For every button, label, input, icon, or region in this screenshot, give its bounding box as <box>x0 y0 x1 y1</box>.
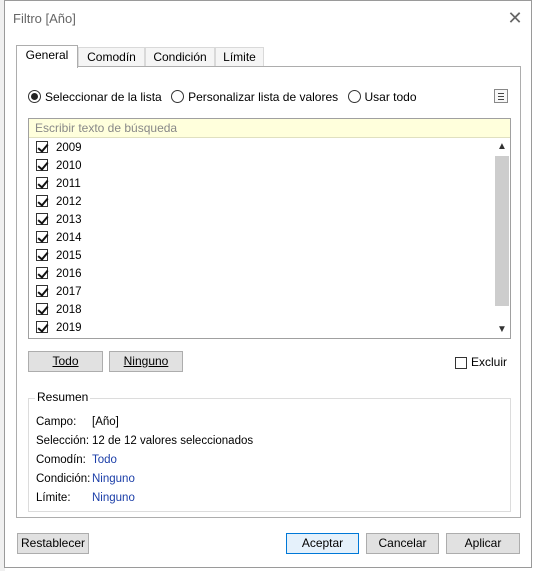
select-none-button[interactable]: Ninguno <box>109 351 183 372</box>
list-item-label: 2014 <box>56 232 82 244</box>
scroll-up-icon[interactable]: ▲ <box>494 139 510 155</box>
title-bar: Filtro [Año] ✕ <box>5 1 531 35</box>
checkbox-checked-icon[interactable] <box>36 249 49 261</box>
checkmark-icon <box>37 267 49 279</box>
list-item-label: 2011 <box>56 178 81 190</box>
checkmark-icon <box>37 213 49 225</box>
list-item[interactable]: 2017 <box>29 283 491 301</box>
value-list: Escribir texto de búsqueda 2009 2010 2011 2… <box>28 118 511 339</box>
checkbox-checked-icon[interactable] <box>36 141 49 153</box>
tab-comodin[interactable]: Comodín <box>78 47 145 66</box>
exclude-label: Excluir <box>471 355 508 369</box>
list-item-label: 2019 <box>56 322 82 334</box>
checkbox-checked-icon[interactable] <box>36 195 49 207</box>
scroll-down-icon[interactable]: ▼ <box>494 322 510 338</box>
radio-use-all[interactable]: Usar todo <box>347 89 423 104</box>
tab-panel-general: Seleccionar de la lista Personalizar lis… <box>16 66 521 518</box>
value-items: 2009 2010 2011 2012 2013 2014 2015 2016 2017 2018… <box>29 139 491 337</box>
select-all-button[interactable]: Todo <box>28 351 103 372</box>
summary-row-field: Campo: [Año] <box>36 416 119 428</box>
radio-label: Seleccionar de la lista <box>45 89 162 104</box>
list-item[interactable]: 2015 <box>29 247 491 265</box>
radio-label: Personalizar lista de valores <box>188 89 339 104</box>
summary-row-wildcard: Comodín: Todo <box>36 454 117 466</box>
list-item-label: 2012 <box>56 196 82 208</box>
list-scrollbar[interactable]: ▲ ▼ <box>494 139 510 338</box>
checkbox-checked-icon[interactable] <box>36 303 49 315</box>
selection-mode-group: Seleccionar de la lista Personalizar lis… <box>28 89 423 107</box>
list-item[interactable]: 2012 <box>29 193 491 211</box>
radio-select-from-list[interactable]: Seleccionar de la lista <box>28 89 168 104</box>
tab-limite[interactable]: Límite <box>215 47 264 66</box>
filter-dialog: Filtro [Año] ✕ General Comodín Condición… <box>4 0 532 568</box>
checkmark-icon <box>37 231 49 243</box>
checkbox-checked-icon[interactable] <box>36 285 49 297</box>
list-item[interactable]: 2014 <box>29 229 491 247</box>
summary-group: Resumen Campo: [Año] Selección: 12 de 12 v… <box>28 390 511 512</box>
accept-button[interactable]: Aceptar <box>286 533 359 554</box>
checkbox-checked-icon[interactable] <box>36 231 49 243</box>
radio-icon <box>171 90 185 104</box>
menu-icon <box>498 93 504 94</box>
summary-row-limit: Límite: Ninguno <box>36 492 135 504</box>
scrollbar-thumb[interactable] <box>495 156 509 306</box>
summary-row-condition: Condición: Ninguno <box>36 473 135 485</box>
list-item[interactable]: 2010 <box>29 157 491 175</box>
summary-row-selection: Selección: 12 de 12 valores seleccionados <box>36 435 254 447</box>
list-item[interactable]: 2018 <box>29 301 491 319</box>
list-item[interactable]: 2019 <box>29 319 491 337</box>
checkbox-checked-icon[interactable] <box>36 321 49 333</box>
list-item[interactable]: 2016 <box>29 265 491 283</box>
checkbox-checked-icon[interactable] <box>36 159 49 171</box>
checkmark-icon <box>37 285 49 297</box>
checkbox-checked-icon[interactable] <box>36 213 49 225</box>
list-item-label: 2016 <box>56 268 82 280</box>
checkmark-icon <box>37 249 49 261</box>
search-input[interactable]: Escribir texto de búsqueda <box>29 119 510 138</box>
exclude-checkbox[interactable]: Excluir <box>455 355 507 369</box>
checkmark-icon <box>37 303 49 315</box>
apply-button[interactable]: Aplicar <box>446 533 520 554</box>
checkmark-icon <box>37 159 49 171</box>
radio-custom-value-list[interactable]: Personalizar lista de valores <box>171 89 344 104</box>
tab-general[interactable]: General <box>16 45 78 68</box>
radio-label: Usar todo <box>364 89 417 104</box>
dialog-title: Filtro [Año] <box>13 11 76 26</box>
checkbox-icon <box>455 356 467 369</box>
cancel-button[interactable]: Cancelar <box>366 533 439 554</box>
radio-icon-checked <box>28 90 41 104</box>
tab-condicion[interactable]: Condición <box>145 47 215 66</box>
list-item-label: 2015 <box>56 250 82 262</box>
summary-title: Resumen <box>35 390 91 404</box>
list-menu-button[interactable] <box>494 89 508 103</box>
list-item[interactable]: 2011 <box>29 175 491 193</box>
radio-icon <box>347 90 361 104</box>
checkmark-icon <box>37 321 49 333</box>
close-icon[interactable]: ✕ <box>503 6 527 30</box>
list-item[interactable]: 2009 <box>29 139 491 157</box>
menu-icon <box>498 96 504 97</box>
checkmark-icon <box>37 177 49 189</box>
list-item-label: 2013 <box>56 214 82 226</box>
list-item[interactable]: 2013 <box>29 211 491 229</box>
list-item-label: 2017 <box>56 286 82 298</box>
checkmark-icon <box>37 195 49 207</box>
list-item-label: 2010 <box>56 160 82 172</box>
list-item-label: 2009 <box>56 142 82 154</box>
menu-icon <box>498 99 504 100</box>
checkbox-checked-icon[interactable] <box>36 267 49 279</box>
checkmark-icon <box>37 141 49 153</box>
checkbox-checked-icon[interactable] <box>36 177 49 189</box>
list-item-label: 2018 <box>56 304 82 316</box>
reset-button[interactable]: Restablecer <box>17 533 89 554</box>
